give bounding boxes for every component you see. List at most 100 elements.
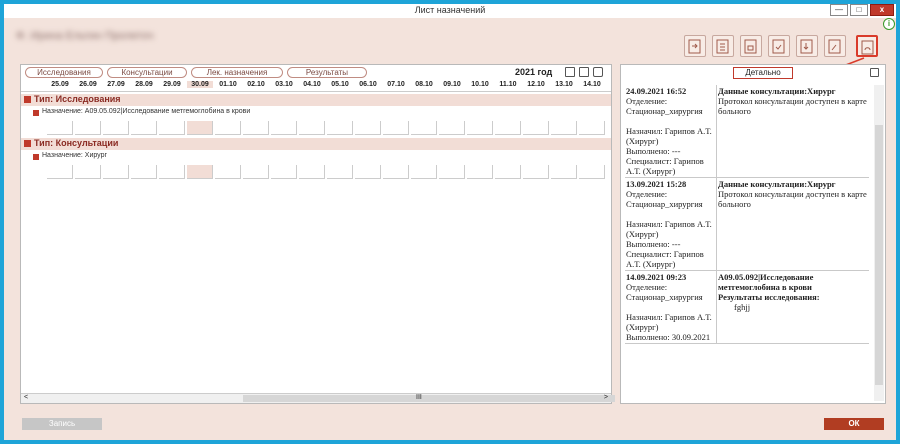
- horizontal-scrollbar[interactable]: < III >: [21, 393, 615, 403]
- scroll-left-icon[interactable]: <: [24, 394, 28, 401]
- assignments-window: Лист назначений — □ x i Ф. Ирина Ельтин …: [0, 0, 900, 444]
- date-column: 13.10: [555, 81, 573, 88]
- schedule-cells: [47, 165, 613, 179]
- schedule-cell[interactable]: [159, 121, 185, 135]
- date-column: 29.09: [163, 81, 181, 88]
- scroll-thumb[interactable]: [875, 125, 883, 385]
- schedule-cell[interactable]: [327, 121, 353, 135]
- date-column: 05.10: [331, 81, 349, 88]
- schedule-cell[interactable]: [159, 165, 185, 179]
- schedule-cell[interactable]: [495, 165, 521, 179]
- schedule-cell[interactable]: [579, 165, 605, 179]
- schedule-cell[interactable]: [47, 121, 73, 135]
- schedule-cell[interactable]: [47, 165, 73, 179]
- schedule-cell[interactable]: [299, 165, 325, 179]
- copy-icon[interactable]: [565, 67, 575, 77]
- schedule-cell[interactable]: [523, 165, 549, 179]
- schedule-cell[interactable]: [411, 165, 437, 179]
- schedule-cell[interactable]: [103, 165, 129, 179]
- date-column: 04.10: [303, 81, 321, 88]
- schedule-cell[interactable]: [75, 121, 101, 135]
- assignment-row[interactable]: Назначение: Хирург: [21, 152, 611, 163]
- details-panel: Детально 24.09.2021 16:52 Отделение: Стац…: [620, 64, 886, 404]
- history-entry[interactable]: 13.09.2021 15:28 Отделение: Стационар_хир…: [625, 178, 869, 271]
- date-column: 07.10: [387, 81, 405, 88]
- schedule-cell[interactable]: [355, 121, 381, 135]
- schedule-cell[interactable]: [439, 121, 465, 135]
- date-column: 06.10: [359, 81, 377, 88]
- schedule-panel: Исследования Консультации Лек. назначени…: [20, 64, 615, 404]
- schedule-cell[interactable]: [551, 165, 577, 179]
- schedule-cell[interactable]: [131, 121, 157, 135]
- record-button[interactable]: Запись: [22, 418, 102, 430]
- date-column: 25.09: [51, 81, 69, 88]
- date-column: 08.10: [415, 81, 433, 88]
- schedule-cell[interactable]: [243, 121, 269, 135]
- scroll-thumb[interactable]: [243, 395, 615, 402]
- date-column: 01.10: [219, 81, 237, 88]
- scroll-right-icon[interactable]: >: [604, 394, 608, 401]
- history-log: 24.09.2021 16:52 Отделение: Стационар_хир…: [625, 85, 869, 401]
- schedule-cell[interactable]: [327, 165, 353, 179]
- group-header-consultations[interactable]: Тип: Консультации: [21, 138, 611, 150]
- group-header-research[interactable]: Тип: Исследования: [21, 94, 611, 106]
- date-header: 25.09 26.09 27.09 28.09 29.09 30.09 01.10 02.10…: [21, 80, 611, 92]
- date-column: 28.09: [135, 81, 153, 88]
- entry-title: Данные консультации:Хирург: [718, 179, 836, 189]
- schedule-cell[interactable]: [551, 121, 577, 135]
- year-label: 2021 год: [515, 67, 553, 77]
- schedule-cell[interactable]: [131, 165, 157, 179]
- schedule-cell[interactable]: [299, 121, 325, 135]
- schedule-cell[interactable]: [579, 121, 605, 135]
- group-title: Тип: Консультации: [34, 138, 119, 148]
- entry-timestamp: 13.09.2021 15:28: [626, 179, 687, 189]
- tab-results[interactable]: Результаты: [287, 67, 367, 78]
- entry-meta: Отделение: Стационар_хирургия Назначил: …: [626, 282, 712, 342]
- history-entry[interactable]: 24.09.2021 16:52 Отделение: Стационар_хир…: [625, 85, 869, 178]
- ok-button[interactable]: ОК: [824, 418, 884, 430]
- history-entry[interactable]: 14.09.2021 09:23 Отделение: Стационар_хир…: [625, 271, 869, 344]
- assignment-label: Назначение: Хирург: [42, 152, 108, 159]
- schedule-cell[interactable]: [271, 165, 297, 179]
- schedule-cell[interactable]: [103, 121, 129, 135]
- schedule-cell[interactable]: [355, 165, 381, 179]
- schedule-cell[interactable]: [187, 165, 213, 179]
- schedule-cell[interactable]: [215, 165, 241, 179]
- entry-timestamp: 24.09.2021 16:52: [626, 86, 687, 96]
- schedule-cell[interactable]: [271, 121, 297, 135]
- schedule-cell[interactable]: [411, 121, 437, 135]
- assignment-row[interactable]: Назначение: A09.05.092|Исследование метг…: [21, 108, 611, 119]
- tab-research[interactable]: Исследования: [25, 67, 103, 78]
- entry-body: Протокол консультации доступен в карте б…: [718, 189, 867, 209]
- assignment-label: Назначение: A09.05.092|Исследование метг…: [42, 108, 251, 115]
- details-button[interactable]: Детально: [733, 67, 793, 79]
- print-icon[interactable]: [870, 68, 879, 77]
- schedule-cell[interactable]: [383, 121, 409, 135]
- date-column: 11.10: [499, 81, 517, 88]
- entry-body: Протокол консультации доступен в карте б…: [718, 96, 867, 116]
- scroll-grip: III: [416, 394, 422, 401]
- date-column: 02.10: [247, 81, 265, 88]
- schedule-cell[interactable]: [523, 121, 549, 135]
- schedule-cell[interactable]: [383, 165, 409, 179]
- vertical-scrollbar[interactable]: [874, 85, 884, 401]
- date-column: 03.10: [275, 81, 293, 88]
- date-column: 10.10: [471, 81, 489, 88]
- schedule-cell[interactable]: [243, 165, 269, 179]
- date-column: 12.10: [527, 81, 545, 88]
- schedule-cell[interactable]: [467, 121, 493, 135]
- date-column: 30.09: [187, 81, 213, 88]
- date-column: 27.09: [107, 81, 125, 88]
- date-column: 14.10: [583, 81, 601, 88]
- schedule-cell[interactable]: [495, 121, 521, 135]
- date-column: 26.09: [79, 81, 97, 88]
- schedule-cell[interactable]: [75, 165, 101, 179]
- schedule-cell[interactable]: [467, 165, 493, 179]
- schedule-cell[interactable]: [187, 121, 213, 135]
- print-icon[interactable]: [593, 67, 603, 77]
- tab-consultations[interactable]: Консультации: [107, 67, 187, 78]
- schedule-cell[interactable]: [439, 165, 465, 179]
- schedule-cell[interactable]: [215, 121, 241, 135]
- tab-drug-assignments[interactable]: Лек. назначения: [191, 67, 283, 78]
- calendar-icon[interactable]: [579, 67, 589, 77]
